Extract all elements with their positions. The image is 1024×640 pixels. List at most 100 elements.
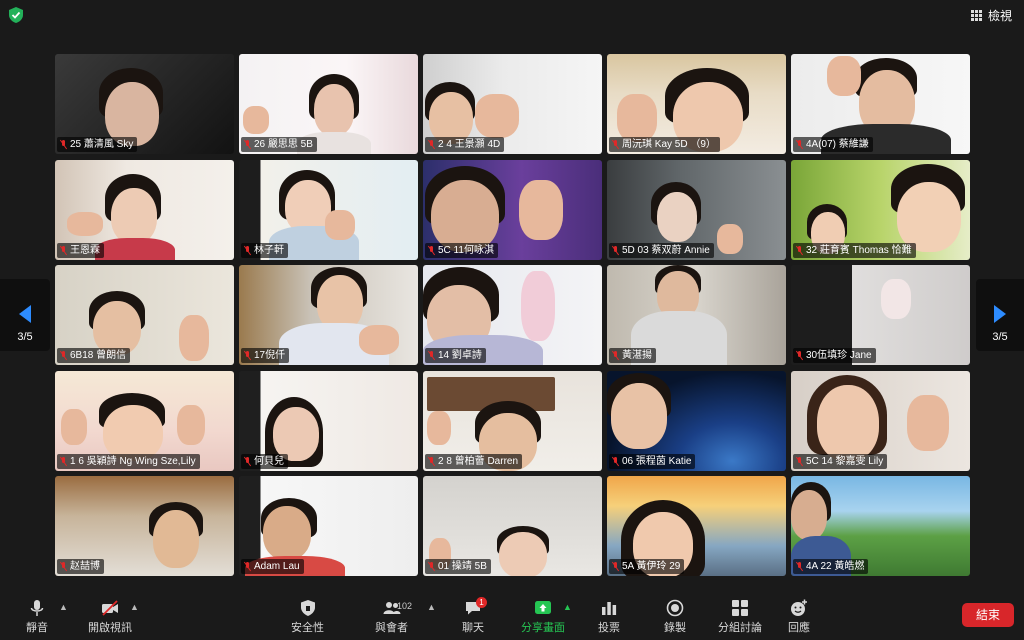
previous-page-button[interactable]: 3/5 xyxy=(0,279,50,351)
participant-name-tag: 01 操靖 5B xyxy=(425,559,491,574)
participant-name-tag: 5C 14 黎嘉雯 Lily xyxy=(793,453,888,469)
record-button[interactable]: 錄製 xyxy=(664,599,686,635)
breakout-rooms-button[interactable]: 分組討論 xyxy=(718,599,762,635)
participant-name-tag: 2 4 王景灝 4D xyxy=(425,137,505,152)
video-tile[interactable]: 14 劉卓詩 xyxy=(423,265,602,365)
view-label: 檢視 xyxy=(987,9,1012,23)
share-options-chevron[interactable]: ▲ xyxy=(563,602,572,612)
share-screen-icon xyxy=(535,601,551,614)
video-tile[interactable]: 5C 11何咏淇 xyxy=(423,159,602,260)
muted-mic-icon xyxy=(244,245,251,255)
muted-mic-icon xyxy=(612,140,619,149)
muted-mic-icon xyxy=(612,562,619,571)
participant-name-tag: 王恩霖 xyxy=(57,242,104,258)
participant-name-tag: 5C 11何咏淇 xyxy=(425,242,498,258)
view-button[interactable]: 檢視 xyxy=(970,7,1012,24)
video-tile[interactable]: 17倪仟 xyxy=(239,265,418,365)
muted-mic-icon xyxy=(612,245,619,255)
participant-count: 102 xyxy=(397,601,413,611)
end-meeting-button[interactable]: 結束 xyxy=(962,603,1014,627)
record-icon xyxy=(666,599,684,617)
page-indicator-left: 3/5 xyxy=(17,331,33,343)
video-options-chevron[interactable]: ▲ xyxy=(130,602,139,612)
grid-view-icon xyxy=(970,10,982,21)
muted-mic-icon xyxy=(244,562,251,571)
video-off-icon xyxy=(102,600,118,616)
participant-name-tag: 26 嚴思思 5B xyxy=(241,137,317,152)
video-tile[interactable]: 5C 14 黎嘉雯 Lily xyxy=(791,370,970,471)
muted-mic-icon xyxy=(244,456,251,466)
video-tile[interactable]: 林子軒 xyxy=(239,159,418,260)
video-tile[interactable]: 30伍填珍 Jane xyxy=(791,265,970,365)
participant-name-tag: 2 8 曾柏薈 Darren xyxy=(425,453,523,469)
security-shield-icon xyxy=(300,600,315,616)
video-tile[interactable]: 黃湛揚 xyxy=(607,265,786,365)
video-tile[interactable]: 5D 03 蔡双蔚 Annie xyxy=(607,159,786,260)
muted-mic-icon xyxy=(428,456,435,466)
next-page-button[interactable]: 3/5 xyxy=(976,279,1024,351)
video-tile[interactable]: 01 操靖 5B xyxy=(423,476,602,576)
muted-mic-icon xyxy=(796,562,803,571)
video-tile[interactable]: 周沅琪 Kay 5D （9） xyxy=(607,54,786,154)
microphone-icon xyxy=(30,600,44,616)
video-tile[interactable]: 2 8 曾柏薈 Darren xyxy=(423,370,602,471)
breakout-rooms-icon xyxy=(732,600,748,616)
participant-name-tag: 4A 22 黃皓燃 xyxy=(793,559,869,574)
video-tile[interactable]: 26 嚴思思 5B xyxy=(239,54,418,154)
participant-name-tag: 25 蕭清風 Sky xyxy=(57,137,138,152)
muted-mic-icon xyxy=(612,351,619,360)
meeting-toolbar: 靜音 ▲ 開啟視訊 ▲ 安全性 102 與會者 ▲ 1 聊天 分享畫面 ▲ 投票… xyxy=(0,596,1024,640)
video-tile[interactable]: 06 張程茵 Katie xyxy=(607,370,786,471)
video-tile[interactable]: 赵喆博 xyxy=(55,476,234,576)
muted-mic-icon xyxy=(244,351,251,360)
security-button[interactable]: 安全性 xyxy=(291,599,324,635)
audio-options-chevron[interactable]: ▲ xyxy=(59,602,68,612)
page-indicator-right: 3/5 xyxy=(992,331,1008,343)
muted-mic-icon xyxy=(244,140,251,149)
share-screen-button[interactable]: 分享畫面 xyxy=(521,599,565,635)
reactions-button[interactable]: 回應 xyxy=(788,599,810,635)
participants-button[interactable]: 102 與會者 xyxy=(375,599,412,635)
muted-mic-icon xyxy=(612,456,619,466)
chat-unread-badge: 1 xyxy=(476,597,487,608)
participant-name-tag: 17倪仟 xyxy=(241,348,290,363)
participant-name-tag: 14 劉卓詩 xyxy=(425,348,486,363)
video-tile[interactable]: 5A 黃伊玲 29 xyxy=(607,476,786,576)
shield-check-icon[interactable] xyxy=(9,7,23,23)
participant-name-tag: 4A(07) 蔡維謙 xyxy=(793,137,873,152)
mute-button[interactable]: 靜音 xyxy=(26,599,48,635)
video-tile[interactable]: 1 6 吳穎詩 Ng Wing Sze,Lily xyxy=(55,370,234,471)
participant-name-tag: 何貝兒 xyxy=(241,453,288,469)
participant-name-tag: 5A 黃伊玲 29 xyxy=(609,559,685,574)
participant-name-tag: 周沅琪 Kay 5D （9） xyxy=(609,137,720,152)
video-tile[interactable]: 4A(07) 蔡維謙 xyxy=(791,54,970,154)
video-tile[interactable]: Adam Lau xyxy=(239,476,418,576)
start-video-button[interactable]: 開啟視訊 xyxy=(88,599,132,635)
participant-name-tag: 06 張程茵 Katie xyxy=(609,453,696,469)
muted-mic-icon xyxy=(428,245,435,255)
video-tile[interactable]: 32 莊育賓 Thomas 恰難 xyxy=(791,159,970,260)
muted-mic-icon xyxy=(796,351,803,360)
polls-button[interactable]: 投票 xyxy=(598,599,620,635)
video-tile[interactable]: 何貝兒 xyxy=(239,370,418,471)
participant-name-tag: 1 6 吳穎詩 Ng Wing Sze,Lily xyxy=(57,453,200,469)
video-tile[interactable]: 王恩霖 xyxy=(55,159,234,260)
video-tile[interactable]: 2 4 王景灝 4D xyxy=(423,54,602,154)
video-tile[interactable]: 6B18 曾朗信 xyxy=(55,265,234,365)
participant-name-tag: 32 莊育賓 Thomas 恰難 xyxy=(793,242,916,258)
muted-mic-icon xyxy=(428,562,435,571)
chat-button[interactable]: 1 聊天 xyxy=(462,597,487,635)
video-tile[interactable]: 4A 22 黃皓燃 xyxy=(791,476,970,576)
participant-name-tag: 6B18 曾朗信 xyxy=(57,348,131,363)
muted-mic-icon xyxy=(428,140,435,149)
muted-mic-icon xyxy=(796,140,803,149)
muted-mic-icon xyxy=(796,456,803,466)
muted-mic-icon xyxy=(60,245,67,255)
muted-mic-icon xyxy=(60,456,67,466)
bar-chart-icon xyxy=(602,602,617,615)
muted-mic-icon xyxy=(796,245,803,255)
participants-options-chevron[interactable]: ▲ xyxy=(427,602,436,612)
participant-name-tag: 5D 03 蔡双蔚 Annie xyxy=(609,242,714,258)
video-tile[interactable]: 25 蕭清風 Sky xyxy=(55,54,234,154)
muted-mic-icon xyxy=(60,351,67,360)
